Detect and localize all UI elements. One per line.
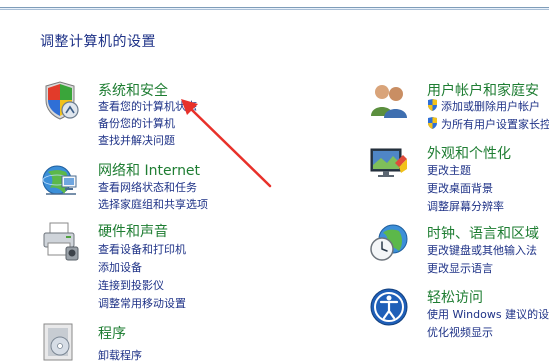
link-change-desktop-background[interactable]: 更改桌面背景	[427, 180, 493, 196]
window-top-edge	[0, 0, 549, 10]
link-connect-projector[interactable]: 连接到投影仪	[98, 277, 164, 293]
link-parental-controls-label: 为所有用户设置家长控	[441, 118, 549, 131]
users-icon[interactable]	[369, 80, 409, 120]
category-title-hardware[interactable]: 硬件和声音	[98, 221, 168, 241]
link-change-theme[interactable]: 更改主题	[427, 162, 471, 178]
link-mobility-settings[interactable]: 调整常用移动设置	[98, 295, 186, 311]
category-title-system[interactable]: 系统和安全	[98, 80, 168, 100]
uac-shield-icon	[428, 99, 437, 111]
link-troubleshoot[interactable]: 查找并解决问题	[98, 132, 175, 148]
link-optimize-video-display[interactable]: 优化视频显示	[427, 324, 493, 340]
link-devices-printers[interactable]: 查看设备和打印机	[98, 241, 186, 257]
programs-icon[interactable]	[40, 322, 80, 362]
category-title-clock[interactable]: 时钟、语言和区域	[427, 223, 539, 243]
shield-icon[interactable]	[40, 80, 80, 120]
link-network-status[interactable]: 查看网络状态和任务	[98, 179, 197, 195]
page-title: 调整计算机的设置	[40, 34, 156, 50]
link-windows-suggested-settings[interactable]: 使用 Windows 建议的设	[427, 306, 549, 322]
category-title-users[interactable]: 用户帐户和家庭安	[427, 80, 539, 100]
address-bar-edge	[0, 0, 549, 8]
link-homegroup-sharing[interactable]: 选择家庭组和共享选项	[98, 196, 208, 212]
link-add-device[interactable]: 添加设备	[98, 259, 142, 275]
uac-shield-icon	[428, 117, 437, 129]
link-view-computer-status[interactable]: 查看您的计算机状态	[98, 98, 197, 114]
link-change-keyboard[interactable]: 更改键盘或其他输入法	[427, 242, 537, 258]
globe-network-icon[interactable]	[40, 160, 80, 200]
category-title-appearance[interactable]: 外观和个性化	[427, 143, 511, 163]
category-title-programs[interactable]: 程序	[98, 323, 126, 343]
link-screen-resolution[interactable]: 调整屏幕分辨率	[427, 198, 504, 214]
category-title-access[interactable]: 轻松访问	[427, 287, 483, 307]
category-title-network[interactable]: 网络和 Internet	[98, 160, 200, 180]
monitor-palette-icon[interactable]	[369, 143, 409, 183]
link-parental-controls[interactable]: 为所有用户设置家长控	[427, 116, 549, 132]
ease-of-access-icon[interactable]	[369, 287, 409, 327]
link-uninstall-program[interactable]: 卸载程序	[98, 347, 142, 363]
printer-icon[interactable]	[40, 221, 80, 261]
link-add-remove-accounts[interactable]: 添加或删除用户帐户	[427, 98, 540, 114]
link-backup-computer[interactable]: 备份您的计算机	[98, 115, 175, 131]
link-add-remove-accounts-label: 添加或删除用户帐户	[441, 100, 540, 113]
link-change-display-language[interactable]: 更改显示语言	[427, 260, 493, 276]
clock-globe-icon[interactable]	[369, 223, 409, 263]
